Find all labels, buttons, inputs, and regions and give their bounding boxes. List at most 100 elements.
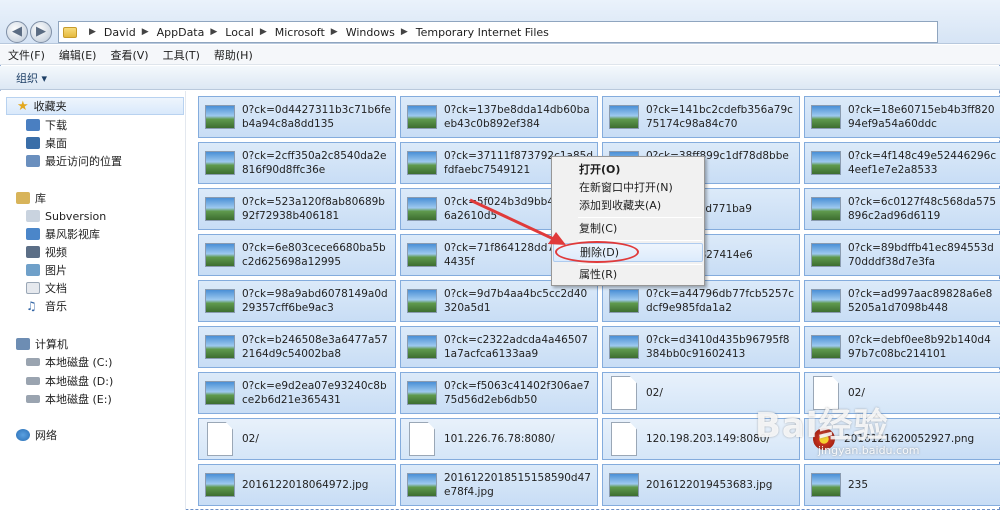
ctx-open-new-window[interactable]: 在新窗口中打开(N) (553, 179, 703, 197)
breadcrumb-item[interactable]: Microsoft (275, 26, 325, 39)
nav-network[interactable]: 网络 (16, 426, 57, 444)
ctx-copy[interactable]: 复制(C) (553, 220, 703, 238)
file-name: 02/ (646, 387, 663, 399)
pictures-icon (26, 264, 40, 276)
file-icon (611, 422, 637, 456)
file-item[interactable]: 0?ck=18e60715eb4b3ff82094ef9a54a60ddc (804, 96, 1000, 138)
file-name: 0?ck=6c0127f48c568da575896c2ad96d6119 (848, 196, 997, 222)
image-thumbnail-icon (205, 197, 235, 221)
file-item[interactable]: 0?ck=c2322adcda4a465071a7acfca6133aa9 (400, 326, 598, 368)
back-button[interactable]: ◀ (6, 21, 28, 43)
breadcrumb-item[interactable]: Temporary Internet Files (416, 26, 549, 39)
nav-subversion[interactable]: Subversion (26, 207, 106, 225)
file-name: 0?ck=d3410d435b96795f8384bb0c91602413 (646, 334, 790, 360)
organize-button[interactable]: 组织 ▾ (16, 70, 47, 86)
file-item[interactable]: 0?ck=f5063c41402f306ae775d56d2eb6db50 (400, 372, 598, 414)
file-item[interactable]: 2016122018064972.jpg (198, 464, 396, 506)
image-thumbnail-icon (205, 335, 235, 359)
file-item[interactable]: 02/ (198, 418, 396, 460)
breadcrumb-item[interactable]: David (104, 26, 136, 39)
nav-drive-d[interactable]: 本地磁盘 (D:) (26, 372, 113, 390)
nav-drive-e[interactable]: 本地磁盘 (E:) (26, 390, 112, 408)
nav-videos[interactable]: 视频 (26, 243, 67, 261)
file-item[interactable]: 0?ck=d3410d435b96795f8384bb0c91602413 (602, 326, 800, 368)
file-item[interactable]: 0?ck=2cff350a2c8540da2e816f90d8ffc36e (198, 142, 396, 184)
image-thumbnail-icon (811, 197, 841, 221)
image-thumbnail-icon (609, 105, 639, 129)
file-item[interactable]: 0?ck=523a120f8ab80689b92f72938b406181 (198, 188, 396, 230)
breadcrumb-item[interactable]: Windows (346, 26, 395, 39)
file-item[interactable]: 0?ck=debf0ee8b92b140d497b7c08bc214101 (804, 326, 1000, 368)
file-item[interactable]: 0?ck=6e803cece6680ba5bc2d625698a12995 (198, 234, 396, 276)
breadcrumb-item[interactable]: AppData (157, 26, 205, 39)
file-name: 0?ck=137be8dda14db60baeb43c0b892ef384 (444, 104, 590, 130)
file-item[interactable]: 235 (804, 464, 1000, 506)
breadcrumb-item[interactable]: Local (225, 26, 254, 39)
nav-drive-c[interactable]: 本地磁盘 (C:) (26, 353, 112, 371)
nav-desktop[interactable]: 桌面 (26, 134, 67, 152)
menu-tools[interactable]: 工具(T) (163, 47, 200, 63)
file-item[interactable]: 0?ck=141bc2cdefb356a79c75174c98a84c70 (602, 96, 800, 138)
file-item[interactable]: 2016122019453683.jpg (602, 464, 800, 506)
ctx-add-favorites[interactable]: 添加到收藏夹(A) (553, 197, 703, 215)
menu-view[interactable]: 查看(V) (110, 47, 148, 63)
file-name: 0?ck=a44796db77fcb5257cdcf9e985fda1a2 (646, 288, 795, 314)
file-item[interactable]: 0?ck=137be8dda14db60baeb43c0b892ef384 (400, 96, 598, 138)
folder-icon (63, 26, 77, 38)
address-bar[interactable]: ▶ David ▶ AppData ▶ Local ▶ Microsoft ▶ Windo… (58, 21, 938, 43)
address-bar-area: ◀ ▶ ▶ David ▶ AppData ▶ Local ▶ Microsoft ▶ W… (0, 0, 1000, 44)
network-icon (16, 429, 30, 441)
file-name: 235 (848, 479, 869, 491)
drive-icon (26, 395, 40, 403)
file-item[interactable]: 0?ck=b246508e3a6477a572164d9c54002ba8 (198, 326, 396, 368)
file-item[interactable]: 101.226.76.78:8080/ (400, 418, 598, 460)
image-thumbnail-icon (407, 289, 437, 313)
nav-downloads[interactable]: 下载 (26, 116, 67, 134)
nav-computer[interactable]: 计算机 (16, 335, 68, 353)
image-thumbnail-icon (811, 289, 841, 313)
file-item[interactable]: 0?ck=6c0127f48c568da575896c2ad96d6119 (804, 188, 1000, 230)
ctx-properties[interactable]: 属性(R) (553, 266, 703, 284)
nav-favorites[interactable]: ★ 收藏夹 (6, 97, 184, 115)
image-thumbnail-icon (205, 289, 235, 313)
file-name: 0?ck=4f148c49e52446296c4eef1e7e2a8533 (848, 150, 997, 176)
drive-icon (26, 377, 40, 385)
file-name: 101.226.76.78:8080/ (444, 433, 555, 445)
file-item[interactable]: 0?ck=a44796db77fcb5257cdcf9e985fda1a2 (602, 280, 800, 322)
nav-music[interactable]: ♫ 音乐 (26, 297, 67, 315)
file-item[interactable]: 2016122018515158590d47e78f4.jpg (400, 464, 598, 506)
command-bar: 组织 ▾ (0, 66, 1000, 90)
menu-edit[interactable]: 编辑(E) (59, 47, 97, 63)
file-item[interactable]: 0?ck=4f148c49e52446296c4eef1e7e2a8533 (804, 142, 1000, 184)
image-thumbnail-icon (407, 335, 437, 359)
file-icon (611, 376, 637, 410)
file-item[interactable]: 0?ck=0d4427311b3c71b6feb4a94c8a8dd135 (198, 96, 396, 138)
nav-documents[interactable]: 文档 (26, 279, 67, 297)
image-thumbnail-icon (205, 151, 235, 175)
star-icon: ★ (17, 98, 29, 114)
image-thumbnail-icon (407, 243, 437, 267)
nav-libraries[interactable]: 库 (16, 189, 46, 207)
nav-recent-places[interactable]: 最近访问的位置 (26, 152, 122, 170)
menu-help[interactable]: 帮助(H) (214, 47, 253, 63)
breadcrumb-chevron-icon: ▶ (400, 27, 408, 37)
file-item[interactable]: 0?ck=9d7b4aa4bc5cc2d40320a5d1 (400, 280, 598, 322)
ctx-open[interactable]: 打开(O) (553, 161, 703, 179)
forward-button[interactable]: ▶ (30, 21, 52, 43)
watermark-logo: Bai经验 (755, 406, 889, 446)
menu-file[interactable]: 文件(F) (8, 47, 45, 63)
context-menu: 打开(O) 在新窗口中打开(N) 添加到收藏夹(A) 复制(C) 删除(D) 属… (551, 156, 705, 286)
file-item[interactable]: 0?ck=89bdffb41ec894553d70dddf38d7e3fa (804, 234, 1000, 276)
drive-icon (26, 358, 40, 366)
file-item[interactable]: 0?ck=e9d2ea07e93240c8bce2b6d21e365431 (198, 372, 396, 414)
library-folder-icon (26, 228, 40, 240)
nav-baofeng-library[interactable]: 暴风影视库 (26, 225, 100, 243)
file-item[interactable]: 0?ck=ad997aac89828a6e85205a1d7098b448 (804, 280, 1000, 322)
image-thumbnail-icon (407, 151, 437, 175)
file-item[interactable]: 0?ck=98a9abd6078149a0d29357cff6be9ac3 (198, 280, 396, 322)
image-thumbnail-icon (609, 289, 639, 313)
music-icon: ♫ (26, 299, 37, 313)
nav-pictures[interactable]: 图片 (26, 261, 67, 279)
documents-icon (26, 282, 40, 294)
image-thumbnail-icon (205, 473, 235, 497)
